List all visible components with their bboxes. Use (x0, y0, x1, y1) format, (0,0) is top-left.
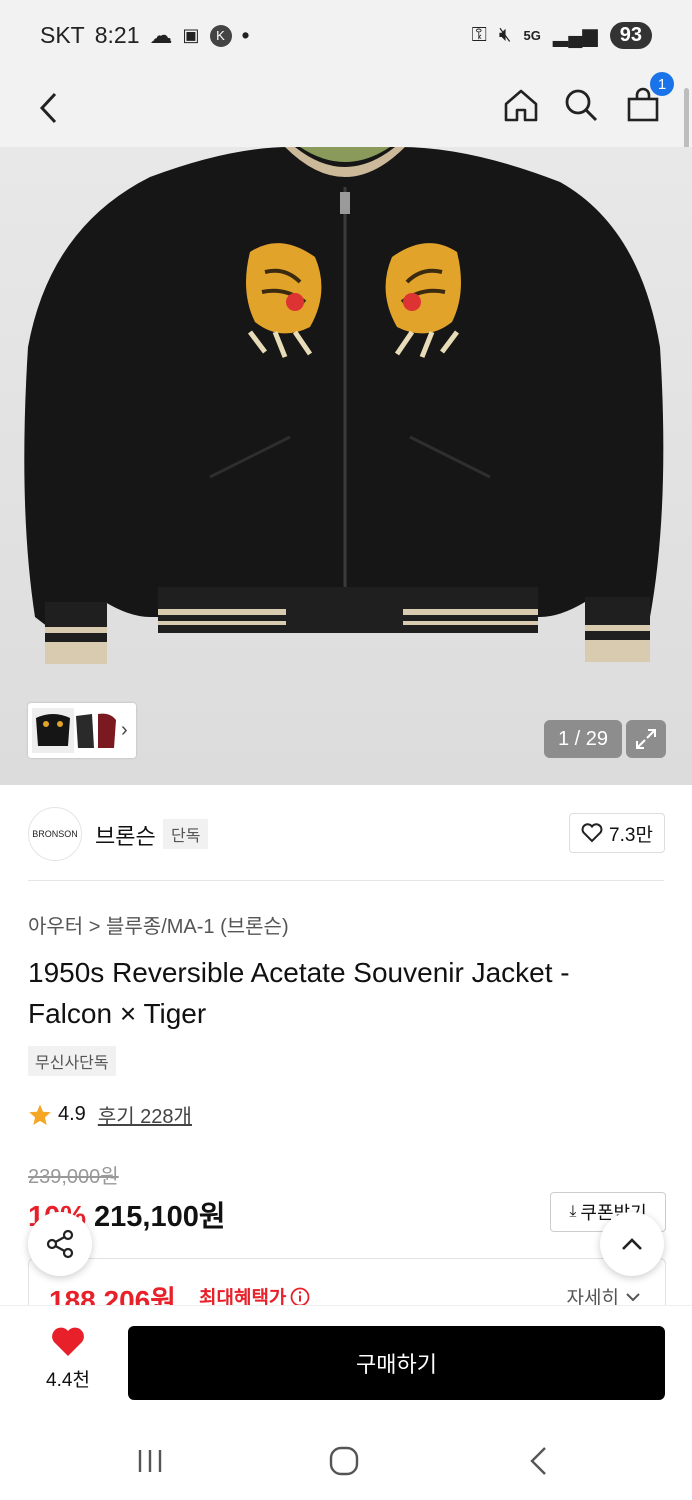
brand-logo-text: BRONSON (32, 829, 78, 839)
wishlist-count: 4.4천 (46, 1370, 90, 1391)
scroll-top-button[interactable] (600, 1212, 664, 1276)
review-link[interactable]: 후기 228개 (98, 1100, 192, 1129)
chevron-up-icon (622, 1238, 642, 1250)
recent-apps-button[interactable] (136, 1448, 164, 1479)
search-icon (565, 89, 598, 122)
brand-name[interactable]: 브론슨 (95, 819, 156, 851)
cart-count-badge: 1 (650, 72, 674, 96)
purchase-bar: 4.4천 구매하기 (0, 1305, 692, 1421)
home-button[interactable] (500, 84, 542, 126)
brand-like-count: 7.3만 (609, 824, 653, 846)
status-left: SKT 8:21 ☁ ▣ K • (40, 22, 250, 49)
brand-exclusive-tag: 단독 (163, 819, 209, 849)
thumbnail-strip[interactable]: › (28, 703, 136, 758)
wishlist-button[interactable]: 4.4천 (30, 1326, 106, 1392)
dot-icon: • (241, 22, 250, 48)
rating-score: 4.9 (58, 1103, 86, 1125)
brand-like-button[interactable]: 7.3만 (569, 813, 665, 853)
recent-apps-icon (138, 1450, 162, 1472)
back-arrow-icon (530, 1447, 546, 1475)
top-navigation: 1 (0, 70, 692, 147)
home-icon (504, 89, 538, 122)
screenshot-icon: ▣ (182, 25, 200, 45)
exclusive-badge: 무신사단독 (28, 1046, 116, 1076)
mute-icon: 🔇︎ (498, 24, 512, 46)
image-counter: 1 / 29 (544, 720, 622, 758)
battery-indicator: 93 (609, 22, 652, 49)
brand-logo[interactable]: BRONSON (28, 807, 82, 861)
cloud-icon: ☁ (149, 22, 173, 48)
carrier: SKT (40, 22, 85, 48)
expand-icon (636, 729, 656, 749)
home-circle-icon (329, 1446, 359, 1476)
cart-button[interactable]: 1 (622, 72, 674, 126)
brand-row: BRONSON 브론슨 단독 7.3만 (0, 785, 692, 880)
download-icon: ⤓ (569, 1203, 577, 1220)
share-button[interactable] (28, 1212, 92, 1276)
buy-button[interactable]: 구매하기 (128, 1326, 665, 1400)
fullscreen-button[interactable] (626, 720, 666, 758)
info-icon[interactable] (290, 1287, 310, 1307)
back-nav-button[interactable] (528, 1446, 548, 1481)
original-price: 239,000원 (28, 1166, 119, 1188)
home-nav-button[interactable] (329, 1446, 359, 1481)
sale-price: 215,100원 (94, 1201, 226, 1233)
chevron-left-icon (39, 92, 57, 124)
app-k-icon: K (209, 24, 232, 47)
star-icon (29, 1104, 51, 1125)
back-button[interactable] (28, 88, 68, 128)
chevron-down-icon (626, 1292, 640, 1301)
share-icon (46, 1229, 74, 1259)
rating-row: 4.9 후기 228개 (28, 1100, 192, 1129)
status-right: ⚿ 🔇︎ 5G ▂▄▆ 93 (472, 22, 652, 49)
jacket-illustration (0, 147, 692, 785)
signal-icon: ▂▄▆ (552, 25, 598, 47)
network-label: 5G (523, 28, 541, 43)
system-navigation-bar (0, 1420, 692, 1500)
status-bar: SKT 8:21 ☁ ▣ K • ⚿ 🔇︎ 5G ▂▄▆ 93 (0, 0, 692, 70)
heart-outline-icon (581, 823, 603, 843)
chevron-right-icon[interactable]: › (121, 719, 128, 742)
product-title: 1950s Reversible Acetate Souvenir Jacket… (28, 957, 570, 1029)
divider (28, 880, 664, 881)
thumbnail-images (32, 708, 116, 753)
heart-filled-icon (52, 1327, 84, 1356)
breadcrumb[interactable]: 아우터 > 블루종/MA-1 (브론슨) (28, 910, 289, 939)
clock: 8:21 (94, 22, 140, 48)
key-icon: ⚿ (471, 24, 487, 46)
product-image[interactable] (0, 147, 692, 785)
search-button[interactable] (560, 84, 602, 126)
